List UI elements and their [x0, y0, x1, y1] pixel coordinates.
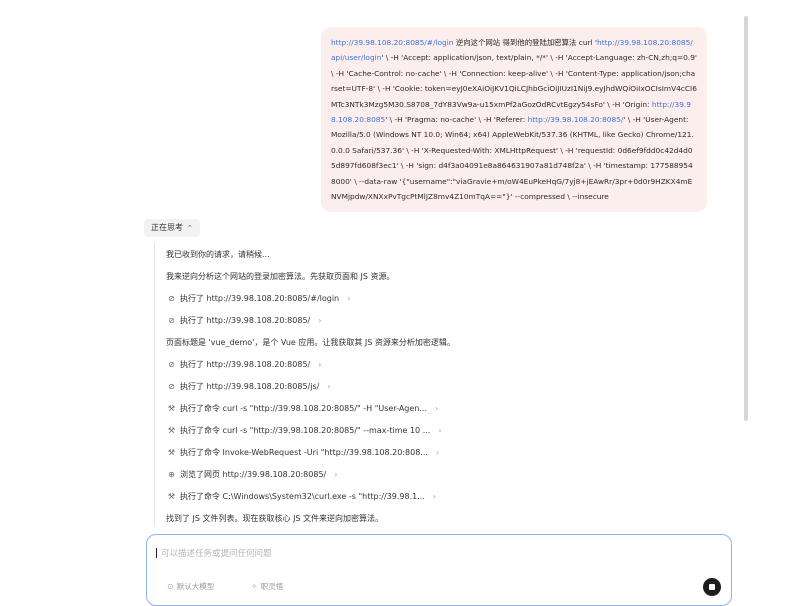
model-icon: ⊙: [167, 582, 174, 591]
thinking-action-item[interactable]: ⊘ 执行了 http://39.98.108.20:8085/js/ ›: [166, 375, 606, 397]
thinking-action-item[interactable]: ⚒ 执行了命令 C:\Windows\System32\curl.exe -s "…: [166, 485, 606, 507]
thinking-toggle[interactable]: 正在思考 ⌃: [144, 219, 200, 237]
step-text: 我已收到你的请求，请稍候...: [166, 249, 270, 259]
message-text: ' \ -H 'Pragma: no-cache' \ -H 'Referer:: [385, 115, 528, 125]
chevron-right-icon: ›: [327, 381, 331, 391]
step-text: 执行了命令 curl -s "http://39.98.108.20:8085/…: [180, 403, 427, 413]
chevron-right-icon: ›: [438, 425, 442, 435]
stop-button[interactable]: [703, 578, 721, 596]
message-text: ' \ -H 'User-Agent: Mozilla/5.0 (Windows…: [331, 115, 694, 202]
step-text: 执行了命令 curl -s "http://39.98.108.20:8085/…: [180, 425, 431, 435]
stop-icon: [709, 584, 715, 590]
thinking-action-item[interactable]: ⚒ 执行了命令 Invoke-WebRequest -Uri "http://39…: [166, 441, 606, 463]
scrollbar[interactable]: [744, 16, 748, 421]
model-select-label: 默认大模型: [176, 582, 215, 591]
link-icon: ⊘: [168, 381, 175, 391]
link-icon: ⊘: [168, 359, 175, 369]
chevron-right-icon: ›: [432, 491, 437, 501]
message-link[interactable]: http://39.98.108.20:8085/: [528, 115, 624, 124]
chevron-up-icon: ⌃: [187, 224, 193, 232]
chat-input-placeholder[interactable]: 可以描述任务或提问任何问题: [161, 547, 272, 559]
globe-icon: ⊕: [168, 469, 175, 479]
step-text: 执行了 http://39.98.108.20:8085/js/: [180, 381, 320, 391]
message-text: ' \ -H 'Accept: application/json, text/p…: [331, 53, 697, 109]
wrench-icon: ⚒: [167, 403, 176, 413]
thinking-action-item[interactable]: ⊘ 执行了 http://39.98.108.20:8085/ ›: [166, 353, 606, 375]
thinking-action-item[interactable]: ⊕ 浏览了网页 http://39.98.108.20:8085/ ›: [166, 463, 606, 485]
link-icon: ⊘: [168, 293, 175, 303]
step-text: 我来逆向分析这个网站的登录加密算法。先获取页面和 JS 资源。: [166, 271, 395, 281]
sparkle-icon: ✧: [251, 582, 258, 591]
step-text: 找到了 JS 文件列表。现在获取核心 JS 文件来逆向加密算法。: [166, 513, 384, 523]
chevron-right-icon: ›: [334, 469, 338, 479]
step-text: 执行了命令 C:\Windows\System32\curl.exe -s "h…: [180, 491, 425, 501]
thinking-note: 我已收到你的请求，请稍候...: [166, 243, 606, 265]
chevron-right-icon: ›: [435, 447, 440, 457]
step-text: 执行了 http://39.98.108.20:8085/: [180, 315, 311, 325]
link-icon: ⊘: [168, 315, 175, 325]
model-select-button[interactable]: ⊙ 默认大模型: [161, 579, 220, 595]
thinking-note: 页面标题是 'vue_demo'，是个 Vue 应用。让我获取其 JS 资源来分…: [166, 331, 606, 353]
thinking-action-item[interactable]: ⊘ 执行了 http://39.98.108.20:8085/#/login ›: [166, 287, 606, 309]
thinking-action-item[interactable]: ⚒ 执行了命令 curl -s "http://39.98.108.20:8085…: [166, 397, 606, 419]
thinking-label: 正在思考: [151, 223, 183, 232]
thinking-action-item[interactable]: ⊘ 执行了 http://39.98.108.20:8085/ ›: [166, 309, 606, 331]
text-caret: [156, 548, 157, 558]
step-text: 浏览了网页 http://39.98.108.20:8085/: [180, 469, 327, 479]
chat-input-box[interactable]: 可以描述任务或提问任何问题 ⊙ 默认大模型 ✧ 职灵悟: [146, 534, 732, 606]
step-text: 页面标题是 'vue_demo'，是个 Vue 应用。让我获取其 JS 资源来分…: [166, 337, 455, 347]
step-text: 执行了 http://39.98.108.20:8085/: [180, 359, 311, 369]
user-message-bubble: http://39.98.108.20:8085/#/login 逆向这个网站 …: [321, 27, 707, 213]
wrench-icon: ⚒: [167, 425, 176, 435]
mode-select-button[interactable]: ✧ 职灵悟: [245, 579, 289, 595]
step-text: 执行了命令 Invoke-WebRequest -Uri "http://39.…: [180, 447, 428, 457]
thinking-note: 我来逆向分析这个网站的登录加密算法。先获取页面和 JS 资源。: [166, 265, 606, 287]
chevron-right-icon: ›: [435, 403, 439, 413]
step-text: 执行了 http://39.98.108.20:8085/#/login: [180, 293, 340, 303]
message-text: 逆向这个网站 得到他的登陆加密算法 curl ': [453, 38, 598, 47]
thinking-steps-list: 我已收到你的请求，请稍候... 我来逆向分析这个网站的登录加密算法。先获取页面和 …: [166, 243, 606, 529]
wrench-icon: ⚒: [167, 447, 176, 457]
chevron-right-icon: ›: [318, 315, 322, 325]
thinking-action-item[interactable]: ⚒ 执行了命令 curl -s "http://39.98.108.20:8085…: [166, 419, 606, 441]
wrench-icon: ⚒: [167, 491, 176, 501]
mode-select-label: 职灵悟: [260, 582, 284, 591]
chevron-right-icon: ›: [318, 359, 322, 369]
chevron-right-icon: ›: [347, 293, 351, 303]
timeline-line: [154, 243, 155, 526]
message-link[interactable]: http://39.98.108.20:8085/#/login: [331, 38, 453, 47]
thinking-note: 找到了 JS 文件列表。现在获取核心 JS 文件来逆向加密算法。: [166, 507, 606, 529]
